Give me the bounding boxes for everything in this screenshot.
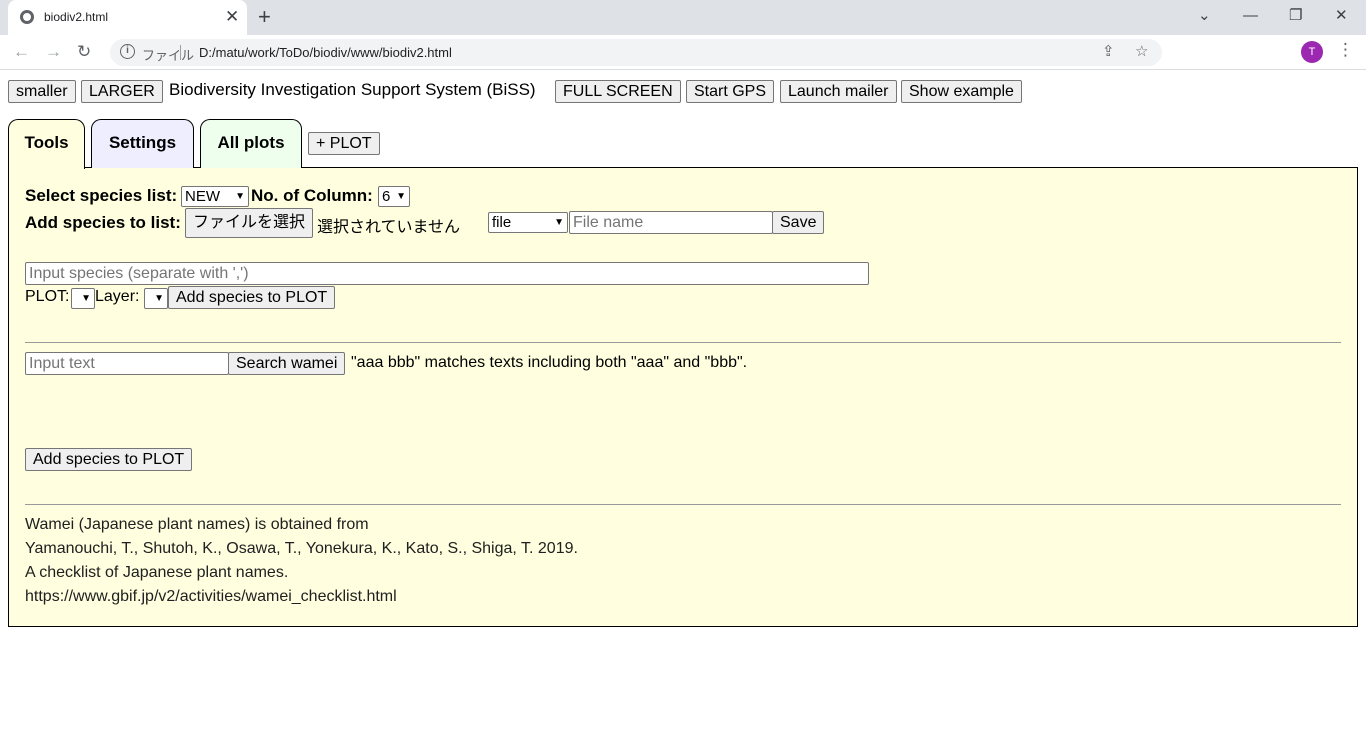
file-type-value: file xyxy=(492,214,512,231)
reload-icon[interactable]: ↻ xyxy=(77,42,91,62)
tab-title: biodiv2.html xyxy=(44,10,109,24)
credit-line: A checklist of Japanese plant names. xyxy=(25,564,289,581)
url-text[interactable]: D:/matu/work/ToDo/biodiv/www/biodiv2.htm… xyxy=(199,45,452,60)
tools-panel: Select species list: NEW ▼ No. of Column… xyxy=(8,167,1358,627)
chevron-down-icon: ▼ xyxy=(396,191,406,202)
file-name-placeholder: File name xyxy=(573,214,644,231)
search-wamei-button[interactable]: Search wamei xyxy=(228,352,346,375)
add-plot-button[interactable]: + PLOT xyxy=(308,132,380,155)
add-species-to-plot-button-2[interactable]: Add species to PLOT xyxy=(25,448,193,471)
smaller-button[interactable]: smaller xyxy=(8,80,76,103)
app-title: Biodiversity Investigation Support Syste… xyxy=(169,80,536,99)
search-hint-text: "aaa bbb" matches texts including both "… xyxy=(351,354,748,371)
select-species-list-label: Select species list: xyxy=(25,186,178,205)
file-type-select[interactable]: file ▼ xyxy=(488,212,568,233)
add-species-to-plot-button[interactable]: Add species to PLOT xyxy=(168,286,336,309)
credit-line: Yamanouchi, T., Shutoh, K., Osawa, T., Y… xyxy=(25,540,578,557)
tab-search-icon[interactable]: ⌄ xyxy=(1198,6,1211,26)
omnibox-divider xyxy=(180,45,181,60)
wamei-search-input[interactable]: Input text xyxy=(25,352,229,375)
credit-line: Wamei (Japanese plant names) is obtained… xyxy=(25,516,369,533)
chevron-down-icon: ▼ xyxy=(235,191,245,202)
choose-file-button[interactable]: ファイルを選択 xyxy=(185,208,314,238)
species-list-select[interactable]: NEW ▼ xyxy=(181,186,249,207)
share-icon[interactable]: ⇪ xyxy=(1102,43,1115,61)
launch-mailer-button[interactable]: Launch mailer xyxy=(780,80,897,103)
credit-url: https://www.gbif.jp/v2/activities/wamei_… xyxy=(25,588,397,605)
browser-tabstrip: biodiv2.html ✕ + ⌄ — ❐ ✕ xyxy=(0,0,1366,35)
file-name-input[interactable]: File name xyxy=(569,211,773,234)
species-list-value: NEW xyxy=(185,188,220,205)
start-gps-button[interactable]: Start GPS xyxy=(686,80,775,103)
fullscreen-button[interactable]: FULL SCREEN xyxy=(555,80,681,103)
file-status-text: 選択されていません xyxy=(317,219,461,236)
browser-menu-icon[interactable]: ⋮ xyxy=(1337,40,1354,60)
globe-icon xyxy=(20,10,34,24)
file-scheme-label: ファイル xyxy=(142,48,195,63)
show-example-button[interactable]: Show example xyxy=(901,80,1022,103)
address-bar[interactable]: i ファイル D:/matu/work/ToDo/biodiv/www/biod… xyxy=(110,39,1162,66)
species-input[interactable]: Input species (separate with ',') xyxy=(25,262,869,285)
plot-select[interactable]: ▼ xyxy=(71,288,95,309)
layer-select[interactable]: ▼ xyxy=(144,288,168,309)
column-count-value: 6 xyxy=(382,188,391,205)
layer-label: Layer: xyxy=(95,288,140,305)
new-tab-icon[interactable]: + xyxy=(258,4,271,30)
info-icon[interactable]: i xyxy=(120,44,135,59)
close-icon[interactable]: ✕ xyxy=(225,7,239,27)
profile-avatar[interactable]: T xyxy=(1301,41,1323,63)
browser-tab[interactable]: biodiv2.html ✕ xyxy=(8,0,247,35)
divider xyxy=(25,342,1341,343)
browser-toolbar: ← → ↻ i ファイル D:/matu/work/ToDo/biodiv/ww… xyxy=(0,35,1366,93)
tab-all-plots[interactable]: All plots xyxy=(200,119,302,168)
tab-tools[interactable]: Tools xyxy=(8,119,85,169)
column-count-select[interactable]: 6 ▼ xyxy=(378,186,410,207)
bookmark-star-icon[interactable]: ☆ xyxy=(1135,43,1148,61)
back-icon[interactable]: ← xyxy=(13,42,30,62)
add-species-to-list-label: Add species to list: xyxy=(25,213,181,232)
minimize-icon[interactable]: — xyxy=(1243,6,1258,26)
species-input-placeholder: Input species (separate with ',') xyxy=(29,265,249,282)
divider xyxy=(25,504,1341,505)
chevron-down-icon: ▼ xyxy=(154,293,164,304)
page-content: smaller LARGER Biodiversity Investigatio… xyxy=(0,71,1366,738)
window-close-icon[interactable]: ✕ xyxy=(1335,6,1348,26)
forward-icon[interactable]: → xyxy=(45,42,62,62)
restore-icon[interactable]: ❐ xyxy=(1289,6,1302,26)
tab-settings[interactable]: Settings xyxy=(91,119,194,168)
chevron-down-icon: ▼ xyxy=(554,217,564,228)
column-count-label: No. of Column: xyxy=(251,186,373,205)
chevron-down-icon: ▼ xyxy=(81,293,91,304)
wamei-search-placeholder: Input text xyxy=(29,355,95,372)
save-button[interactable]: Save xyxy=(772,211,825,234)
plot-label: PLOT: xyxy=(25,288,70,305)
larger-button[interactable]: LARGER xyxy=(81,80,163,103)
